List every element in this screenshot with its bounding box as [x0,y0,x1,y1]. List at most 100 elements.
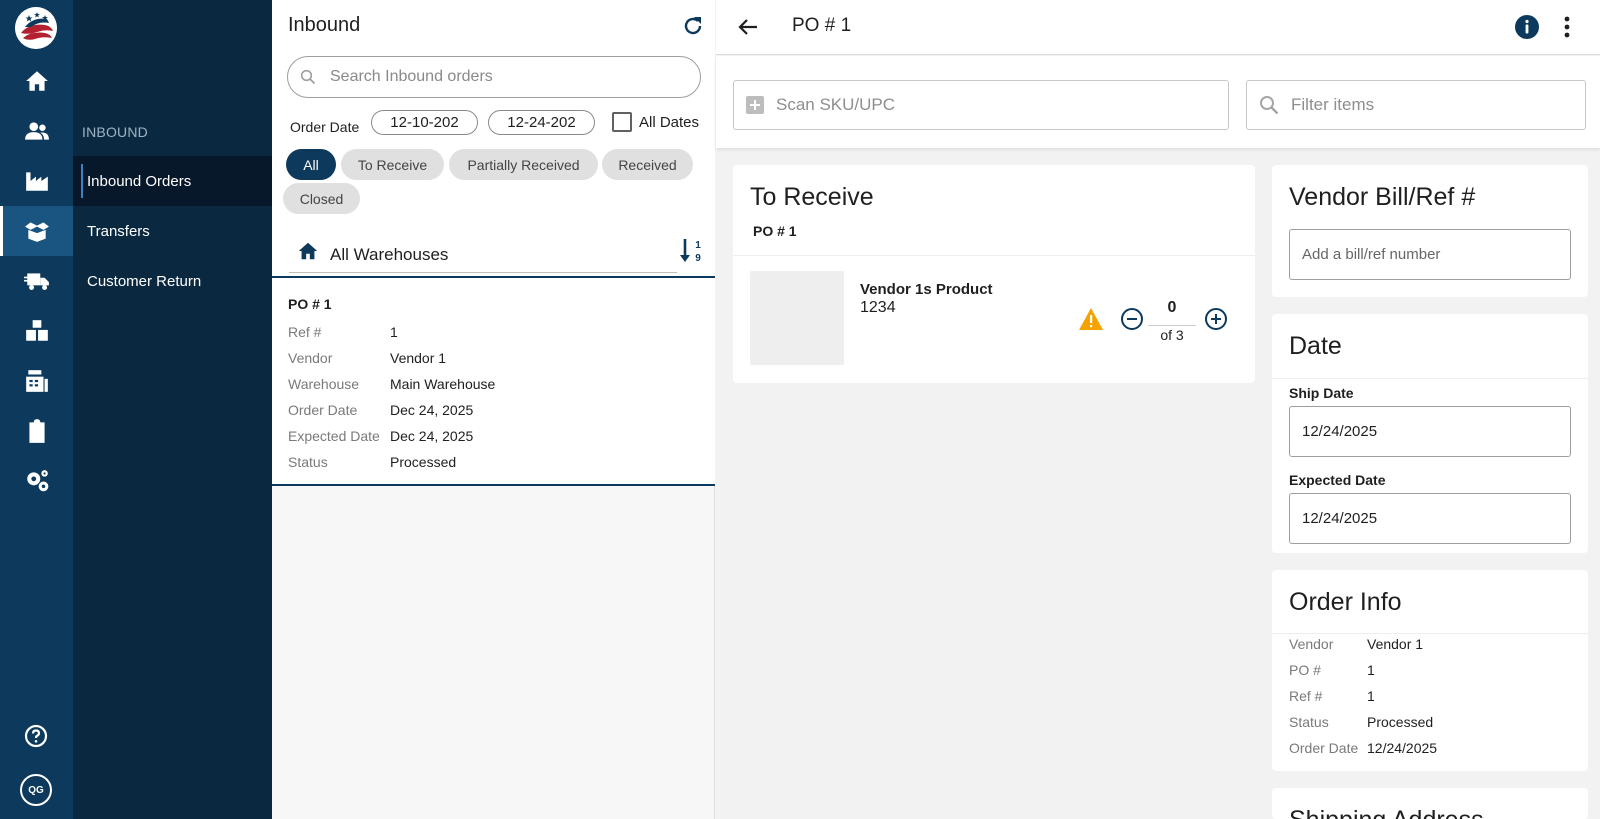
to-receive-card: To Receive PO # 1 Vendor 1s Product 1234… [733,165,1255,383]
field-key: Vendor [288,350,333,366]
vendor-bill-card: Vendor Bill/Ref # [1272,165,1588,297]
list-title: Inbound [288,14,361,36]
rail-billing[interactable] [0,356,73,406]
scan-sku-input[interactable] [776,95,1156,115]
filter-chip-to-receive[interactable]: To Receive [341,149,444,180]
vendor-bill-field[interactable] [1289,229,1571,280]
search-icon [1260,96,1279,115]
sort-button[interactable]: 1 9 [679,236,705,266]
expected-date-field[interactable] [1289,493,1571,544]
users-icon [24,122,49,140]
filter-chip-partially-received[interactable]: Partially Received [449,149,598,180]
filter-chip-received[interactable]: Received [602,149,693,180]
field-key: Order Date [288,402,358,418]
clipboard-icon [28,419,45,443]
filter-items-input[interactable] [1291,95,1571,115]
search-input[interactable] [330,68,690,86]
help-button[interactable] [24,724,48,748]
decrease-qty-button[interactable] [1120,307,1144,331]
subnav-item-label: Inbound Orders [87,172,192,190]
nav-section-label: INBOUND [82,124,148,140]
all-dates-label: All Dates [639,113,700,131]
refresh-icon [684,17,702,35]
subnav-item-customer-return[interactable]: Customer Return [73,256,272,306]
info-field-vendor: Vendor Vendor 1 [1289,636,1423,652]
help-icon [24,724,48,748]
field-value: Processed [1367,714,1434,730]
back-button[interactable] [736,15,760,39]
rail-settings[interactable] [0,456,73,506]
rail-tasks[interactable] [0,406,73,456]
info-button[interactable] [1514,14,1540,40]
icon-rail: QG [0,0,73,819]
rail-customers[interactable] [0,106,73,156]
to-receive-title: To Receive [750,183,874,211]
warehouse-label: All Warehouses [330,245,449,264]
date-divider [1272,378,1588,379]
warehouse-selector[interactable]: All Warehouses 1 9 [272,232,715,276]
order-field-order-date: Order Date Dec 24, 2025 [288,402,473,418]
increase-qty-button[interactable] [1204,307,1228,331]
expected-date-label: Expected Date [1289,472,1386,488]
subnav-item-inbound-orders[interactable]: Inbound Orders [73,156,272,206]
order-field-warehouse: Warehouse Main Warehouse [288,376,495,392]
receive-divider [733,255,1255,256]
arrow-left-icon [738,19,757,35]
orders-list-panel: Inbound Order Date 12-10-202 12-24-202 A… [272,0,715,819]
rail-shipping[interactable] [0,256,73,306]
order-info-card: Order Info Vendor Vendor 1 PO # 1 Ref # … [1272,570,1588,771]
scan-bar [716,56,1600,148]
refresh-button[interactable] [681,14,705,38]
filter-chip-closed[interactable]: Closed [283,183,360,214]
filter-items-field[interactable] [1246,80,1586,130]
minus-circle-icon [1121,308,1143,330]
order-po-number: PO # 1 [288,296,332,312]
order-search[interactable] [287,56,701,98]
date-card-title: Date [1289,332,1342,360]
home-icon [298,242,318,260]
sort-numeric-icon: 1 9 [680,239,701,264]
all-dates-checkbox[interactable] [612,112,632,132]
sub-navigation: INBOUND Inbound Orders Transfers Custome… [73,0,272,819]
date-to-field[interactable]: 12-24-202 [488,110,595,135]
more-options-button[interactable] [1554,14,1580,40]
scan-sku-field[interactable] [733,80,1229,130]
rail-home[interactable] [0,56,73,106]
info-icon [1515,15,1539,39]
order-date-label: Order Date [290,114,359,140]
detail-topbar: PO # 1 [716,0,1600,55]
rail-inbound[interactable] [0,206,73,256]
order-info-title: Order Info [1289,588,1402,616]
subnav-item-transfers[interactable]: Transfers [73,206,272,256]
expected-date-input[interactable] [1302,510,1552,527]
field-value: Processed [390,454,457,470]
received-qty[interactable]: 0 [1152,299,1192,317]
to-receive-po: PO # 1 [753,223,797,239]
field-value: Vendor 1 [390,350,447,366]
warning-icon [1079,308,1103,330]
rail-reports[interactable] [0,156,73,206]
info-field-po: PO # 1 [1289,662,1375,678]
filter-chip-all[interactable]: All [286,149,336,180]
subnav-item-label: Transfers [87,222,150,240]
rail-inventory[interactable] [0,306,73,356]
order-list-item[interactable]: PO # 1 Ref # 1 Vendor Vendor 1 Warehouse… [272,276,715,486]
date-from-field[interactable]: 12-10-202 [371,110,478,135]
svg-text:9: 9 [695,253,701,264]
user-avatar[interactable]: QG [20,774,52,806]
more-vertical-icon [1564,16,1570,38]
field-key: Ref # [288,324,322,340]
app-logo[interactable] [15,7,57,49]
ship-date-field[interactable] [1289,406,1571,457]
all-dates-toggle[interactable]: All Dates [612,112,699,132]
field-key: Ref # [1289,688,1323,704]
field-key: Status [1289,714,1329,730]
vendor-bill-input[interactable] [1302,246,1552,263]
truck-icon [23,273,49,290]
product-sku: 1234 [860,299,896,316]
date-label-text: Order Date [290,119,360,135]
order-field-expected-date: Expected Date Dec 24, 2025 [288,428,473,444]
ship-date-input[interactable] [1302,423,1552,440]
field-key: Vendor [1289,636,1334,652]
order-field-vendor: Vendor Vendor 1 [288,350,446,366]
